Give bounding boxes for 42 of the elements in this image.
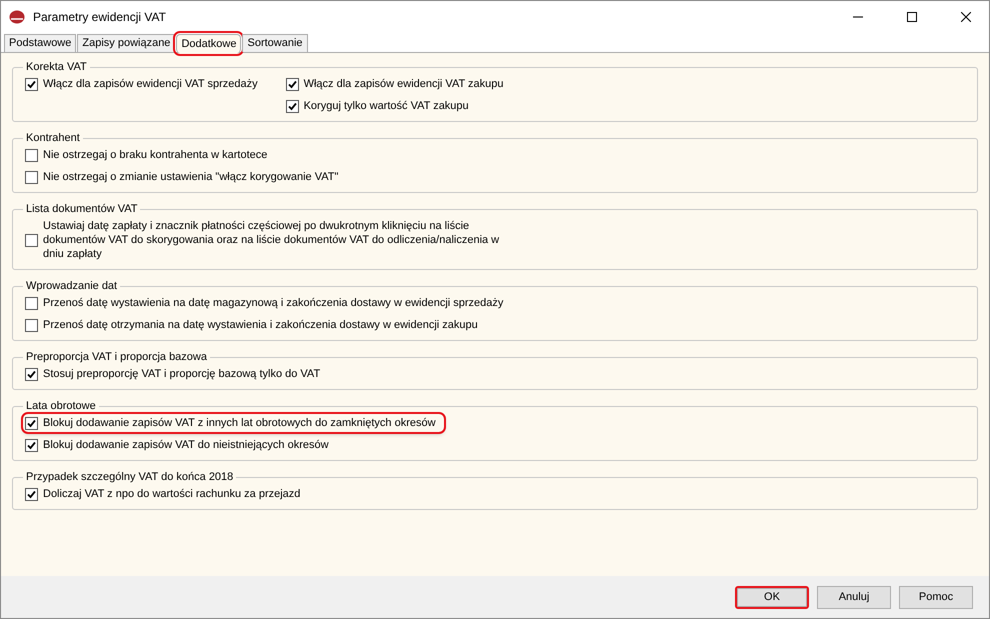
checkbox-label: Włącz dla zapisów ewidencji VAT zakupu	[304, 77, 504, 91]
checkbox-label: Koryguj tylko wartość VAT zakupu	[304, 99, 469, 113]
tab[interactable]: Podstawowe	[4, 34, 76, 52]
checkbox-label: Nie ostrzegaj o zmianie ustawienia "włącz korygowanie VAT"	[43, 170, 338, 184]
group-title: Lata obrotowe	[25, 400, 97, 412]
checkbox-label: Blokuj dodawanie zapisów VAT z innych lat obrotowych do zamkniętych okresów	[43, 416, 436, 430]
group-title: Korekta VAT	[25, 61, 88, 73]
tab[interactable]: Sortowanie	[242, 34, 308, 52]
checkbox[interactable]	[25, 438, 38, 452]
group-title: Przypadek szczególny VAT do końca 2018	[25, 471, 234, 483]
checkbox[interactable]	[286, 78, 299, 90]
checkbox-label: Przenoś datę otrzymania na datę wystawienia i zakończenia dostawy w ewidencji zakupu	[43, 318, 478, 332]
checkbox-label: Blokuj dodawanie zapisów VAT do nieistniejących okresów	[43, 438, 329, 452]
checkbox-label: Ustawiaj datę zapłaty i znacznik płatności częściowej po dwukrotnym kliknięciu na liście dokumentów VAT do skorygowania oraz na liście dokumentów VAT do odliczenia/naliczenia w dniu zapłaty	[43, 219, 500, 261]
checkbox[interactable]	[25, 78, 38, 90]
checkbox-label: Nie ostrzegaj o braku kontrahenta w kartotece	[43, 148, 268, 162]
checkbox[interactable]	[25, 296, 38, 310]
dialog-button[interactable]: Pomoc	[899, 586, 973, 608]
tab[interactable]: Dodatkowe	[176, 34, 242, 53]
group-title: Preproporcja VAT i proporcja bazowa	[25, 351, 208, 363]
checkbox[interactable]	[25, 318, 38, 332]
checkbox-label: Włącz dla zapisów ewidencji VAT sprzedaży	[43, 77, 258, 91]
checkbox-label: Doliczaj VAT z npo do wartości rachunku za przejazd	[43, 487, 300, 501]
checkbox[interactable]	[25, 416, 38, 430]
app-logo-icon	[9, 10, 25, 24]
checkbox[interactable]	[25, 170, 38, 184]
group-title: Kontrahent	[25, 132, 81, 144]
checkbox-label: Stosuj preproporcję VAT i proporcję bazową tylko do VAT	[43, 367, 320, 381]
checkbox[interactable]	[25, 148, 38, 162]
window-title: Parametry ewidencji VAT	[33, 10, 167, 24]
dialog-button[interactable]: Anuluj	[817, 586, 891, 608]
checkbox[interactable]	[25, 488, 38, 500]
checkbox[interactable]	[286, 100, 299, 112]
dialog-button[interactable]: OK	[735, 586, 809, 608]
checkbox[interactable]	[25, 234, 38, 246]
group-title: Wprowadzanie dat	[25, 280, 118, 292]
checkbox-label: Przenoś datę wystawienia na datę magazynową i zakończenia dostawy w ewidencji sprzedaży	[43, 296, 504, 310]
maximize-icon	[907, 12, 917, 22]
group-title: Lista dokumentów VAT	[25, 203, 138, 215]
close-icon	[961, 12, 971, 22]
checkbox[interactable]	[25, 368, 38, 380]
tab[interactable]: Zapisy powiązane	[77, 34, 176, 52]
